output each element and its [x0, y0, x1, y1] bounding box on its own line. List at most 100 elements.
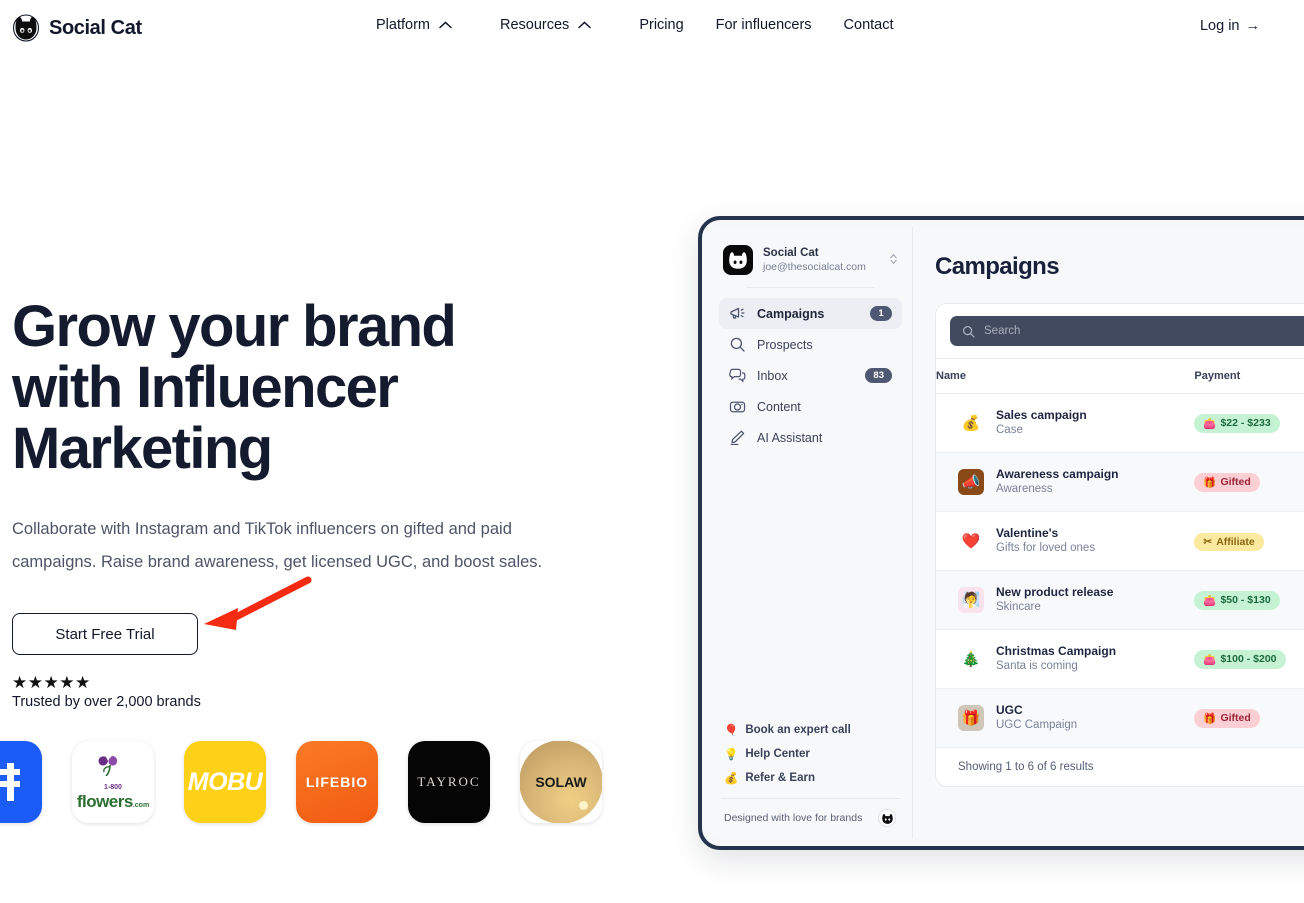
- heading-line-1: Grow your brand: [12, 294, 457, 359]
- logo-text-main: flowers: [76, 791, 134, 811]
- search-icon: [962, 325, 975, 338]
- row-avatar: 🧖: [958, 587, 984, 613]
- sidebar-footer-refer-and-earn[interactable]: 💰 Refer & Earn: [719, 766, 902, 790]
- table-row[interactable]: 🧖 New product release Skincare 👛 $50 - $130…: [936, 570, 1304, 630]
- table-row[interactable]: ❤️ Valentine's Gifts for loved ones ✂ Affil…: [936, 511, 1304, 571]
- account-email: joe@thesocialcat.com: [763, 261, 866, 273]
- sidebar-footer-book-expert-call[interactable]: 🎈 Book an expert call: [719, 718, 902, 742]
- affiliate-icon: ✂: [1203, 535, 1213, 548]
- logo-text-suffix: .com: [132, 801, 150, 809]
- sidebar-item-label: Inbox: [757, 368, 788, 383]
- sidebar-footer-branding: Designed with love for brands: [719, 807, 902, 829]
- chevron-updown-icon[interactable]: [888, 252, 898, 268]
- app-sidebar: Social Cat joe@thesocialcat.com Campaign…: [709, 227, 913, 839]
- payment-badge: ✂ Affiliate: [1194, 532, 1264, 551]
- row-title: UGC: [996, 703, 1023, 717]
- sidebar-footer-label: Refer & Earn: [745, 772, 815, 784]
- chat-icon: [729, 367, 746, 384]
- logo-tile-mobu: MOBU: [184, 741, 266, 823]
- nav-item-pricing[interactable]: Pricing: [639, 17, 683, 33]
- logo-accent-dot: [579, 801, 588, 810]
- logo-text: LIFEBIO: [305, 774, 369, 790]
- nav-item-contact[interactable]: Contact: [844, 17, 894, 33]
- nav-item-resources[interactable]: Resources: [500, 17, 592, 33]
- logo-tile-deel: [0, 741, 42, 823]
- row-subtitle: Santa is coming: [996, 660, 1078, 672]
- account-name: Social Cat: [763, 247, 819, 259]
- table-row[interactable]: 🎄 Christmas Campaign Santa is coming 👛 $100…: [936, 629, 1304, 689]
- trusted-by-text: Trusted by over 2,000 brands: [12, 694, 201, 710]
- row-title: Christmas Campaign: [996, 644, 1117, 658]
- row-subtitle: Gifts for loved ones: [996, 542, 1096, 554]
- row-subtitle: Awareness: [996, 483, 1053, 495]
- results-count-text: Showing 1 to 6 of 6 results: [936, 748, 1304, 786]
- page-title: Grow your brand with Influencer Marketin…: [12, 296, 612, 479]
- sidebar-footer-label: Help Center: [745, 748, 810, 760]
- table-header-row: Name Payment Status: [936, 358, 1304, 394]
- payment-label: Gifted: [1220, 476, 1251, 488]
- nav-item-for-influencers[interactable]: For influencers: [716, 17, 812, 33]
- payment-label: $22 - $233: [1220, 417, 1271, 429]
- search-placeholder-text: Search: [984, 325, 1021, 337]
- payment-badge: 🎁 Gifted: [1194, 472, 1260, 492]
- heading-line-2: with Influencer: [12, 355, 399, 420]
- pencil-icon: [729, 429, 746, 446]
- row-avatar: ❤️: [958, 528, 984, 554]
- logo-text: SOLAW: [535, 774, 587, 790]
- payment-label: Affiliate: [1216, 535, 1255, 548]
- row-subtitle: Skincare: [996, 601, 1041, 613]
- sidebar-item-inbox[interactable]: Inbox 83: [719, 360, 902, 391]
- payment-badge: 🎁 Gifted: [1194, 708, 1260, 728]
- logo-text: TAYROC: [417, 774, 481, 789]
- star-rating: ★★★★★: [12, 673, 91, 692]
- cat-avatar-icon: [723, 245, 753, 275]
- payment-badge: 👛 $22 - $233: [1194, 413, 1280, 433]
- sidebar-item-label: Content: [757, 399, 801, 414]
- row-avatar: 🎄: [958, 646, 984, 672]
- top-navigation-bar: Social Cat Platform Resources Pricing Fo…: [0, 0, 1304, 56]
- search-input[interactable]: Search: [950, 316, 1304, 346]
- payment-label: $100 - $200: [1220, 653, 1277, 665]
- table-row[interactable]: 💰Sales campaignCase 👛$22 - $233 Inactive: [936, 393, 1304, 453]
- login-label: Log in: [1199, 18, 1240, 34]
- login-link[interactable]: Log in →: [1200, 18, 1260, 34]
- sidebar-item-ai-assistant[interactable]: AI Assistant: [719, 422, 902, 453]
- logo-tile-solawave: SOLAW: [520, 741, 602, 823]
- sidebar-footer-help-center[interactable]: 💡 Help Center: [719, 742, 902, 766]
- column-header-name: Name: [936, 358, 1195, 394]
- sidebar-item-content[interactable]: Content: [719, 391, 902, 422]
- arrow-right-icon: →: [1245, 18, 1261, 34]
- start-free-trial-button[interactable]: Start Free Trial: [12, 613, 198, 655]
- gift-icon: 🎁: [1203, 476, 1217, 489]
- brand-name-text: Social Cat: [49, 16, 142, 39]
- table-row[interactable]: 📣Awareness campaignAwareness 🎁Gifted Sus…: [936, 452, 1304, 512]
- site-logo[interactable]: Social Cat: [12, 14, 142, 42]
- search-icon: [729, 336, 746, 353]
- megaphone-icon: [729, 305, 746, 322]
- chevron-up-icon: [578, 21, 592, 29]
- money-bag-emoji: 💰: [724, 773, 739, 785]
- account-switcher[interactable]: Social Cat joe@thesocialcat.com: [719, 243, 902, 275]
- row-title: Valentine's: [996, 526, 1059, 540]
- campaigns-heading: Campaigns: [935, 253, 1060, 280]
- sidebar-item-prospects[interactable]: Prospects: [719, 329, 902, 360]
- payment-label: $50 - $130: [1220, 594, 1271, 606]
- heading-line-3: Marketing: [12, 416, 273, 481]
- sidebar-item-campaigns[interactable]: Campaigns 1: [719, 298, 902, 329]
- chevron-up-icon: [439, 21, 452, 29]
- row-title: Sales campaign: [996, 408, 1087, 422]
- payment-badge: 👛 $50 - $130: [1194, 590, 1280, 610]
- money-bag-icon: 👛: [1203, 594, 1217, 607]
- sidebar-item-label: Campaigns: [757, 306, 825, 321]
- nav-item-platform[interactable]: Platform: [376, 17, 452, 33]
- nav-links: Platform Resources Pricing For influence…: [376, 17, 894, 33]
- sidebar-footer-label: Book an expert call: [745, 724, 851, 736]
- sidebar-badge-inbox: 83: [865, 368, 892, 383]
- table-body: 💰Sales campaignCase 👛$22 - $233 Inactive…: [936, 393, 1304, 748]
- sidebar-item-label: AI Assistant: [757, 430, 823, 445]
- light-bulb-emoji: 💡: [724, 749, 739, 761]
- red-balloon-emoji: 🎈: [724, 725, 739, 737]
- table-row[interactable]: 🎁UGCUGC Campaign 🎁Gifted Active: [936, 688, 1304, 748]
- sidebar-footer-divider: [721, 798, 900, 799]
- nav-item-label: Platform: [376, 17, 430, 33]
